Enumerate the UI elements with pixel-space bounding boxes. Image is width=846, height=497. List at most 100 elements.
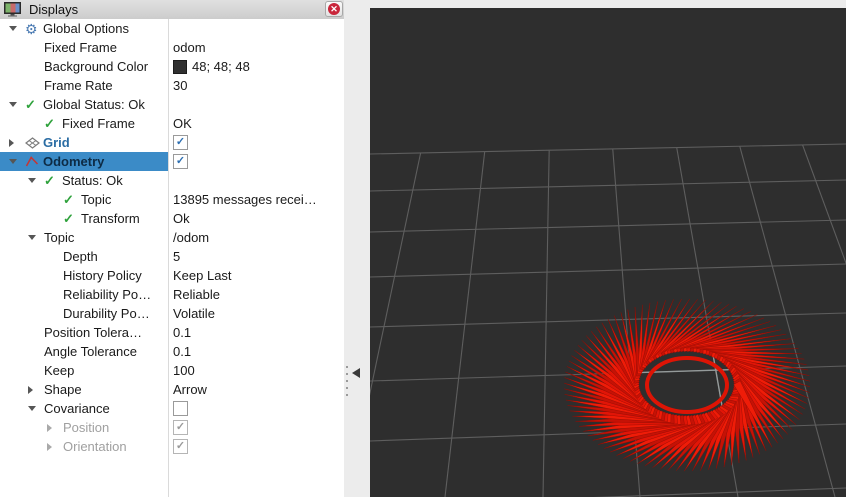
tree-row-angle-tolerance[interactable]: Angle Tolerance 0.1 bbox=[0, 342, 344, 361]
property-name-cell: Topic bbox=[0, 228, 168, 247]
property-value-cell[interactable]: 100 bbox=[168, 361, 344, 380]
checkbox-checked[interactable]: ✓ bbox=[173, 135, 188, 150]
panel-splitter[interactable] bbox=[344, 0, 370, 497]
property-value: 0.1 bbox=[173, 325, 191, 340]
tree-row-fixed-frame[interactable]: ✓Fixed Frame OK bbox=[0, 114, 344, 133]
collapse-panel-icon[interactable] bbox=[352, 368, 360, 378]
status-ok-check-icon: ✓ bbox=[25, 97, 36, 113]
checkbox-unchecked[interactable] bbox=[173, 401, 188, 416]
grid-icon bbox=[25, 137, 40, 149]
property-value-cell[interactable]: OK bbox=[168, 114, 344, 133]
tree-row-global-status-ok[interactable]: ✓Global Status: Ok bbox=[0, 95, 344, 114]
tree-row-durability-po[interactable]: Durability Po… Volatile bbox=[0, 304, 344, 323]
property-value-cell[interactable]: 0.1 bbox=[168, 342, 344, 361]
property-name-cell: Frame Rate bbox=[0, 76, 168, 95]
3d-viewport[interactable] bbox=[370, 8, 846, 497]
expand-collapsearrow-icon[interactable] bbox=[6, 102, 25, 107]
property-value-cell[interactable]: 13895 messages recei… bbox=[168, 190, 344, 209]
color-swatch[interactable] bbox=[173, 60, 187, 74]
tree-row-grid[interactable]: Grid ✓ bbox=[0, 133, 344, 152]
expand-collapsearrow-icon[interactable] bbox=[6, 159, 25, 164]
property-name-cell: ✓Fixed Frame bbox=[0, 114, 168, 133]
property-label: Global Options bbox=[43, 21, 129, 36]
property-label: Depth bbox=[63, 249, 98, 264]
displays-panel-titlebar[interactable]: Displays ✕ bbox=[0, 0, 344, 20]
property-value-cell: ✓ bbox=[168, 418, 344, 437]
property-value: OK bbox=[173, 116, 192, 131]
property-label: Durability Po… bbox=[63, 306, 150, 321]
property-name-cell: Position Tolera… bbox=[0, 323, 168, 342]
tree-row-covariance[interactable]: Covariance bbox=[0, 399, 344, 418]
property-value-cell[interactable]: 30 bbox=[168, 76, 344, 95]
icon-slot: ✓ bbox=[63, 211, 81, 227]
property-value: Reliable bbox=[173, 287, 220, 302]
expand-arrow-icon[interactable] bbox=[6, 139, 25, 147]
property-label: Frame Rate bbox=[44, 78, 113, 93]
status-ok-check-icon: ✓ bbox=[63, 211, 74, 227]
expand-arrow-icon[interactable] bbox=[25, 386, 44, 394]
tree-row-reliability-po[interactable]: Reliability Po… Reliable bbox=[0, 285, 344, 304]
tree-row-fixed-frame[interactable]: Fixed Frameodom bbox=[0, 38, 344, 57]
odometry-icon bbox=[25, 155, 39, 168]
property-value-cell bbox=[168, 19, 344, 38]
property-label: Odometry bbox=[43, 154, 104, 169]
property-value-cell[interactable]: Keep Last bbox=[168, 266, 344, 285]
tree-row-topic[interactable]: ✓Topic13895 messages recei… bbox=[0, 190, 344, 209]
splitter-handle[interactable] bbox=[346, 366, 348, 401]
property-value-cell: ✓ bbox=[168, 133, 344, 152]
close-button[interactable]: ✕ bbox=[325, 1, 343, 17]
monitor-icon bbox=[4, 2, 21, 17]
tree-row-orientation[interactable]: Orientation ✓ bbox=[0, 437, 344, 456]
tree-row-odometry[interactable]: Odometry ✓ bbox=[0, 152, 344, 171]
property-name-cell: Covariance bbox=[0, 399, 168, 418]
icon-slot: ✓ bbox=[25, 97, 43, 113]
property-label: Position Tolera… bbox=[44, 325, 142, 340]
checkbox-checked[interactable]: ✓ bbox=[173, 154, 188, 169]
property-value-cell[interactable]: Reliable bbox=[168, 285, 344, 304]
tree-row-depth[interactable]: Depth 5 bbox=[0, 247, 344, 266]
tree-row-status-ok[interactable]: ✓Status: Ok bbox=[0, 171, 344, 190]
expand-collapsearrow-icon[interactable] bbox=[25, 235, 44, 240]
checkbox-checked[interactable]: ✓ bbox=[173, 439, 188, 454]
property-label: Angle Tolerance bbox=[44, 344, 137, 359]
tree-row-keep[interactable]: Keep100 bbox=[0, 361, 344, 380]
property-name-cell: Angle Tolerance bbox=[0, 342, 168, 361]
expand-arrow-icon[interactable] bbox=[44, 443, 63, 451]
tree-row-position-tolera[interactable]: Position Tolera… 0.1 bbox=[0, 323, 344, 342]
property-name-cell: Grid bbox=[0, 133, 168, 152]
property-value: 48; 48; 48 bbox=[192, 59, 250, 74]
tree-row-transform[interactable]: ✓TransformOk bbox=[0, 209, 344, 228]
render-pane bbox=[370, 0, 846, 497]
tree-row-background-color[interactable]: Background Color 48; 48; 48 bbox=[0, 57, 344, 76]
property-value-cell[interactable]: 5 bbox=[168, 247, 344, 266]
tree-row-topic[interactable]: Topic/odom bbox=[0, 228, 344, 247]
tree-row-global-options[interactable]: ⚙Global Options bbox=[0, 19, 344, 38]
property-value-cell[interactable]: Ok bbox=[168, 209, 344, 228]
tree-row-shape[interactable]: ShapeArrow bbox=[0, 380, 344, 399]
property-value-cell[interactable]: Volatile bbox=[168, 304, 344, 323]
tree-row-position[interactable]: Position✓ bbox=[0, 418, 344, 437]
displays-panel: Displays ✕ ⚙Global OptionsFixed Frameodo… bbox=[0, 0, 344, 497]
property-value-cell[interactable]: Arrow bbox=[168, 380, 344, 399]
status-ok-check-icon: ✓ bbox=[63, 192, 74, 208]
checkbox-checked[interactable]: ✓ bbox=[173, 420, 188, 435]
expand-collapsearrow-icon[interactable] bbox=[25, 178, 44, 183]
property-value-cell[interactable]: 0.1 bbox=[168, 323, 344, 342]
property-value-cell[interactable]: /odom bbox=[168, 228, 344, 247]
property-value-cell[interactable]: 48; 48; 48 bbox=[168, 57, 344, 76]
property-name-cell: Odometry bbox=[0, 152, 168, 171]
icon-slot bbox=[25, 155, 43, 168]
property-label: Reliability Po… bbox=[63, 287, 151, 302]
tree-row-frame-rate[interactable]: Frame Rate 30 bbox=[0, 76, 344, 95]
expand-collapsearrow-icon[interactable] bbox=[6, 26, 25, 31]
property-label: Grid bbox=[43, 135, 70, 150]
expand-arrow-icon[interactable] bbox=[44, 424, 63, 432]
rviz-window: Displays ✕ ⚙Global OptionsFixed Frameodo… bbox=[0, 0, 846, 497]
displays-tree: ⚙Global OptionsFixed FrameodomBackground… bbox=[0, 19, 344, 497]
tree-row-history-policy[interactable]: History PolicyKeep Last bbox=[0, 266, 344, 285]
property-value-cell[interactable]: odom bbox=[168, 38, 344, 57]
property-name-cell: Background Color bbox=[0, 57, 168, 76]
expand-collapsearrow-icon[interactable] bbox=[25, 406, 44, 411]
property-value: 100 bbox=[173, 363, 195, 378]
property-label: Orientation bbox=[63, 439, 127, 454]
